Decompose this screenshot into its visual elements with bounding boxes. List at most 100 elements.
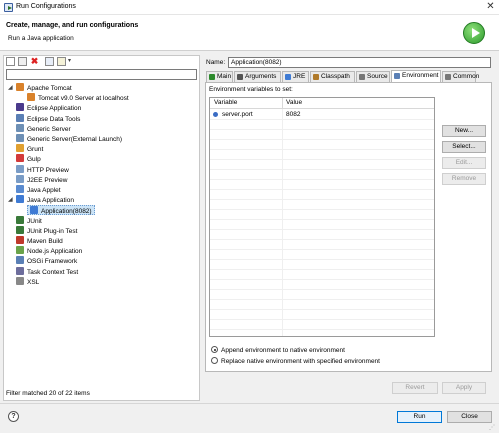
tree-item[interactable]: OSGi Framework <box>16 256 77 266</box>
tree-item-label: Application(8082) <box>41 208 92 216</box>
page-title: Create, manage, and run configurations <box>6 22 139 29</box>
tree-item[interactable]: Maven Build <box>16 236 63 246</box>
launch-type-icon <box>16 215 24 224</box>
launch-type-icon <box>16 154 24 163</box>
table-row[interactable]: server.port 8082 <box>210 110 434 120</box>
tree-item[interactable]: Java Application <box>16 195 74 205</box>
tree-item[interactable]: Generic Server(External Launch) <box>16 134 122 144</box>
column-gridline <box>282 109 283 336</box>
select-button[interactable]: Select... <box>442 141 486 153</box>
remove-button[interactable]: Remove <box>442 173 486 185</box>
run-button[interactable]: Run <box>397 411 442 423</box>
tree-expander-icon[interactable]: ◢ <box>8 83 13 93</box>
append-env-radio[interactable]: Append environment to native environment <box>211 346 345 355</box>
close-icon[interactable]: ✕ <box>484 1 497 13</box>
row-gridline <box>210 279 434 280</box>
launch-type-icon <box>16 144 24 153</box>
resize-grip-icon[interactable]: ⋰ <box>489 424 497 432</box>
run-banner-icon <box>463 22 485 44</box>
tab-icon <box>237 74 243 80</box>
launch-type-icon <box>16 256 24 265</box>
tree-item-label: Generic Server(External Launch) <box>27 136 123 143</box>
row-gridline <box>210 229 434 230</box>
tree-item-label: XSL <box>27 278 40 286</box>
tab-jre[interactable]: JRE <box>282 71 309 82</box>
tab-icon <box>285 74 291 80</box>
tree-item[interactable]: J2EE Preview <box>16 174 68 185</box>
new-button[interactable]: New... <box>442 125 486 137</box>
tree-item-label: JUnit <box>27 217 42 225</box>
help-icon[interactable]: ? <box>8 411 19 422</box>
close-button[interactable]: Close <box>447 411 492 423</box>
filter-icon[interactable] <box>57 57 66 66</box>
tree-item-label: Eclipse Data Tools <box>27 115 81 123</box>
row-gridline <box>210 199 434 200</box>
tree-item-label: J2EE Preview <box>27 176 68 184</box>
row-gridline <box>210 319 434 320</box>
tree-item[interactable]: Gulp <box>16 154 41 164</box>
tree-item[interactable]: Java Applet <box>16 185 61 195</box>
row-gridline <box>210 169 434 170</box>
tab-main[interactable]: Main <box>206 71 233 82</box>
duplicate-icon[interactable] <box>18 57 27 66</box>
tree-item[interactable]: JUnit Plug-in Test <box>16 225 77 236</box>
radio-unselected-icon <box>211 357 218 364</box>
tree-item-label: Eclipse Application <box>27 105 82 113</box>
column-divider[interactable] <box>282 98 283 109</box>
tab-environment[interactable]: Environment <box>391 70 441 82</box>
row-gridline <box>210 219 434 220</box>
row-gridline <box>210 189 434 190</box>
variable-icon <box>213 112 218 117</box>
tree-item[interactable]: Node.js Application <box>16 246 82 256</box>
launch-type-icon <box>16 113 24 122</box>
name-field[interactable]: Application(8082) <box>228 57 491 68</box>
row-gridline <box>210 159 434 160</box>
new-config-icon[interactable] <box>6 57 15 66</box>
tree-item[interactable]: Tomcat v9.0 Server at localhost <box>27 93 129 103</box>
name-label: Name: <box>206 59 226 66</box>
env-variables-label: Environment variables to set: <box>209 86 293 93</box>
row-gridline <box>210 209 434 210</box>
tree-item[interactable]: Application(8082) <box>27 205 95 216</box>
revert-button[interactable]: Revert <box>392 382 438 394</box>
tree-item[interactable]: Eclipse Application <box>16 103 81 113</box>
tree-item[interactable]: Eclipse Data Tools <box>16 113 81 124</box>
edit-button[interactable]: Edit... <box>442 157 486 169</box>
tab-icon <box>394 73 400 79</box>
apply-button[interactable]: Apply <box>442 382 486 394</box>
tree-item[interactable]: Task Context Test <box>16 266 78 277</box>
tab-common[interactable]: Common <box>442 71 479 82</box>
row-gridline <box>210 289 434 290</box>
launch-type-icon <box>16 103 24 112</box>
replace-env-radio[interactable]: Replace native environment with specifie… <box>211 357 380 366</box>
tab-arguments[interactable]: Arguments <box>234 71 281 82</box>
tree-item-label: Gulp <box>27 156 41 164</box>
launch-type-icon <box>30 206 38 215</box>
tree-item[interactable]: Apache Tomcat <box>16 83 72 93</box>
tree-item-label: Apache Tomcat <box>27 85 72 92</box>
row-gridline <box>210 149 434 150</box>
tree-item[interactable]: Generic Server <box>16 123 71 134</box>
tree-item[interactable]: HTTP Preview <box>16 164 69 175</box>
tab-source[interactable]: Source <box>356 71 390 82</box>
tab-classpath[interactable]: Classpath <box>310 71 355 82</box>
tree-item[interactable]: JUnit <box>16 215 42 226</box>
launch-type-icon <box>16 225 24 234</box>
eclipse-run-icon <box>4 3 13 12</box>
tab-label: Main <box>217 73 232 80</box>
column-header-variable[interactable]: Variable <box>214 99 237 106</box>
tree-item-label: Maven Build <box>27 238 63 245</box>
collapse-all-icon[interactable] <box>45 57 54 66</box>
row-gridline <box>210 249 434 250</box>
row-gridline <box>210 179 434 180</box>
delete-icon[interactable]: ✖ <box>30 57 39 66</box>
tree-item-label: Grunt <box>27 146 44 154</box>
chevron-down-icon[interactable]: ▾ <box>68 57 71 64</box>
tree-expander-icon[interactable]: ◢ <box>8 195 13 205</box>
launch-type-icon <box>16 195 24 204</box>
column-header-value[interactable]: Value <box>286 99 302 106</box>
tree-item-label: OSGi Framework <box>27 258 78 266</box>
filter-input[interactable] <box>6 69 197 80</box>
tree-item[interactable]: XSL <box>16 276 40 287</box>
tree-item[interactable]: Grunt <box>16 144 43 154</box>
